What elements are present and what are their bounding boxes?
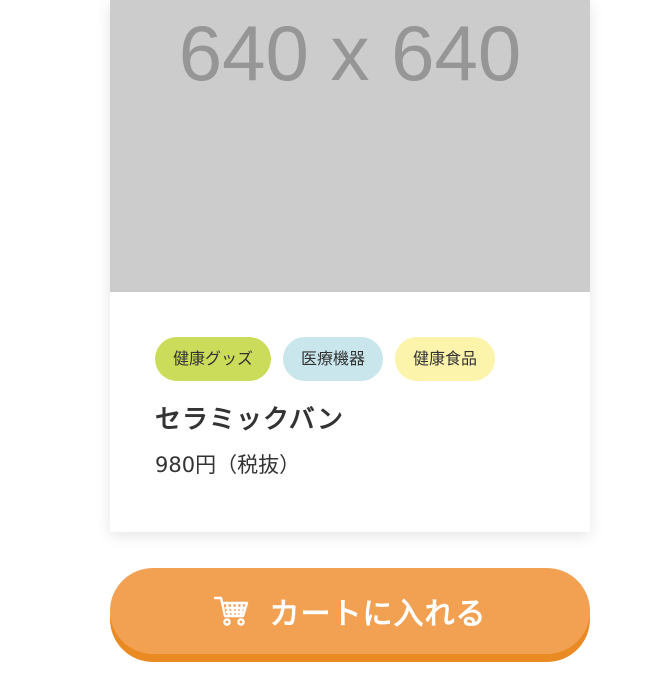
tag-medical-devices[interactable]: 医療機器 — [283, 337, 384, 381]
tag-list: 健康グッズ 医療機器 健康食品 — [155, 337, 555, 381]
product-price: 980円（税抜） — [155, 453, 301, 477]
add-to-cart-button[interactable]: カートに入れる — [110, 568, 590, 654]
product-name: セラミックバン — [155, 405, 345, 435]
product-info: 健康グッズ 医療機器 健康食品 セラミックバン 980円（税抜） — [155, 337, 555, 479]
cart-icon — [213, 595, 250, 627]
tag-health-goods[interactable]: 健康グッズ — [155, 337, 272, 381]
add-to-cart-label: カートに入れる — [269, 597, 487, 632]
tag-health-food[interactable]: 健康食品 — [395, 337, 496, 381]
product-card: 640 x 640 健康グッズ 医療機器 健康食品 セラミックバン 980円（税… — [110, 0, 590, 532]
product-image: 640 x 640 — [110, 0, 590, 292]
page: 640 x 640 健康グッズ 医療機器 健康食品 セラミックバン 980円（税… — [0, 0, 669, 678]
image-placeholder-text: 640 x 640 — [178, 9, 522, 97]
